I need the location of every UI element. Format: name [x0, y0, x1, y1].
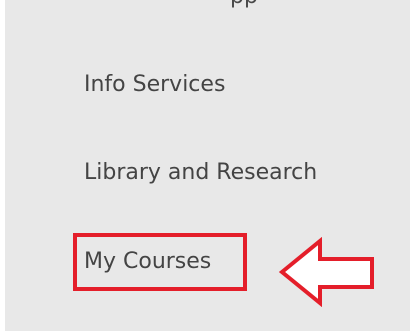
- arrow-left-outline-icon: [278, 237, 374, 307]
- menu-item-label: My Courses: [84, 249, 212, 274]
- menu-item-label: Info Services: [84, 72, 226, 97]
- menu-item-info-services[interactable]: Info Services: [84, 72, 225, 97]
- menu-item-my-courses[interactable]: My Courses: [84, 249, 211, 274]
- menu-item-label: Library and Research: [84, 160, 318, 185]
- menu-item-partial-label: pp: [230, 0, 258, 9]
- panel-right-gutter: [410, 0, 414, 331]
- menu-item-library-and-research[interactable]: Library and Research: [84, 160, 317, 185]
- navigation-panel: pp Info Services Library and Research My…: [0, 0, 414, 331]
- menu-item-partial[interactable]: pp: [84, 0, 344, 14]
- panel-left-gutter: [0, 0, 5, 331]
